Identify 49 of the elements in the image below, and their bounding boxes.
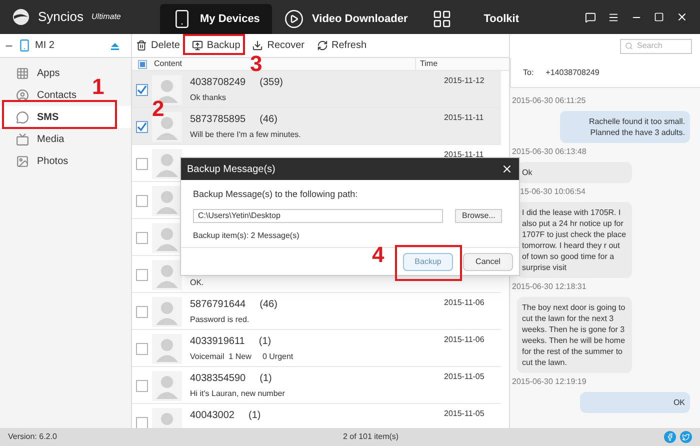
phone-number: 40043002: [190, 409, 234, 421]
recipient-number: +14038708249: [546, 66, 600, 78]
message-timestamp: 2015-06-30 06:11:25: [511, 95, 587, 107]
message-date: 2015-11-06: [444, 297, 484, 309]
message-bubble: I did the lease with 1705R. I also put a 24 hr notice up for 1707F to just check the place tomorrow. I heard they r out of town so good time for a surprise visit: [517, 202, 632, 278]
message-timestamp: 2015-06-30 12:19:19: [511, 376, 588, 388]
message-date: 2015-11-05: [444, 408, 484, 420]
message-preview: Voicemail 1 New 0 Urgent: [190, 351, 294, 363]
phone-number: 4038708249: [190, 76, 246, 88]
message-count: (1): [248, 409, 261, 421]
to-label: To:: [523, 66, 534, 78]
message-bubble: The boy next door is going to cut the lawn for the next 3 weeks. Then he is gone for 3 weeks. Then he will be home for the rest of the summer to cut the lawn.: [517, 297, 632, 373]
device-name: MI 2: [35, 39, 54, 53]
message-date: 2015-11-05: [444, 371, 484, 383]
app-edition: Ultimate: [92, 11, 121, 23]
step-number: 4: [372, 244, 384, 266]
message-timestamp: 2015-06-30 06:13:48: [511, 146, 588, 158]
message-date: 2015-11-11: [444, 112, 484, 124]
message-count: (46): [260, 298, 278, 310]
message-bubble: Rachelle found it too small. Planned the have 3 adults.: [560, 111, 690, 143]
dialog-prompt: Backup Message(s) to the following path:: [193, 188, 359, 201]
message-count: (1): [258, 335, 272, 347]
message-preview: Password is red.: [190, 314, 250, 326]
message-preview: Will be there I'm a few minutes.: [190, 129, 302, 141]
step-number: 1: [92, 76, 104, 98]
phone-number: 5876791644: [190, 298, 246, 310]
message-preview: Ok thanks: [190, 92, 228, 104]
dialog-title: Backup Message(s): [187, 162, 276, 176]
message-bubble: Ok: [517, 162, 632, 183]
message-timestamp: 15-06-30 10:06:54: [519, 186, 586, 198]
backup-summary: Backup item(s): 2 Message(s): [193, 230, 300, 242]
app-name: Syncios: [38, 8, 84, 26]
column-header: Time: [415, 58, 438, 70]
message-bubble: OK: [580, 392, 690, 413]
item-count: 2 of 101 item(s): [343, 431, 399, 443]
message-timestamp: 2015-06-30 12:18:31: [511, 281, 588, 293]
message-date: 2015-11-12: [444, 75, 484, 87]
message-count: (1): [260, 372, 272, 384]
message-preview: OK.: [190, 277, 205, 289]
message-date: 2015-11-06: [444, 334, 484, 346]
version-label: Version: 6.2.0: [8, 431, 58, 443]
message-date: 2015-11-11: [444, 149, 484, 161]
phone-number: 4033919611: [190, 335, 245, 347]
phone-number: 5873785895: [190, 113, 246, 125]
column-header: Content: [154, 58, 182, 70]
message-count: (359): [260, 76, 283, 88]
phone-number: 4038354590: [190, 372, 246, 384]
message-count: (46): [260, 113, 278, 125]
message-preview: Hi it's Lauran, new number: [190, 388, 286, 400]
